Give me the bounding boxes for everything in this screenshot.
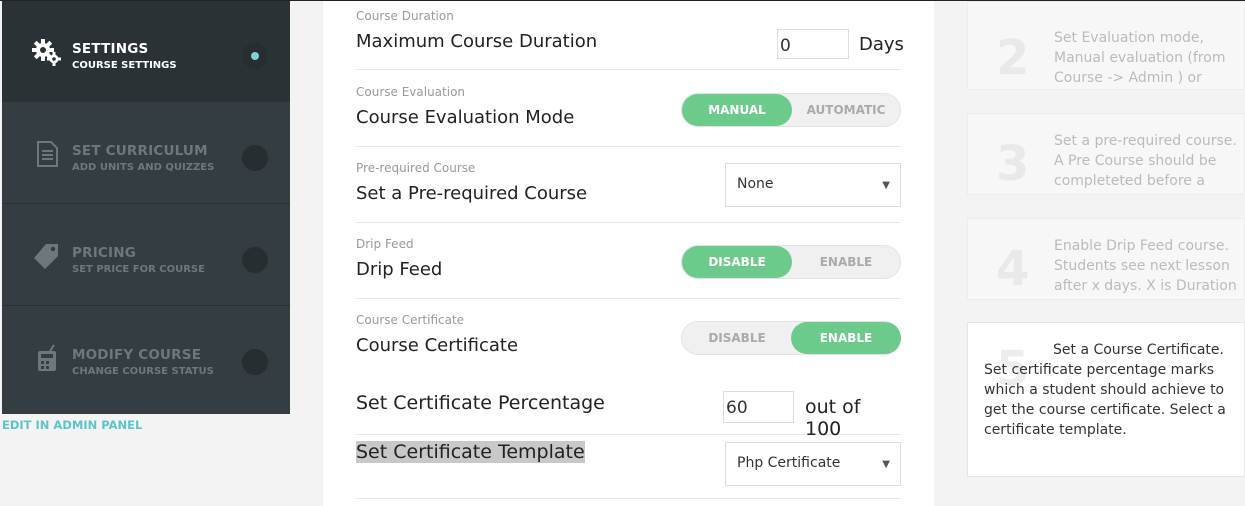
- course-certificate-toggle[interactable]: DISABLE ENABLE: [681, 321, 901, 355]
- help-step-5: 5 Set a Course Certificate. Set certific…: [967, 322, 1245, 477]
- document-icon: [37, 141, 58, 167]
- certificate-percentage-label: Set Certificate Percentage: [356, 392, 605, 414]
- evaluation-automatic-option[interactable]: AUTOMATIC: [791, 94, 901, 126]
- pre-required-course-caption: Pre-required Course: [356, 161, 476, 175]
- step-pricing[interactable]: PRICING SET PRICE FOR COURSE: [2, 205, 290, 306]
- help-step-text: Enable Drip Feed course. Students see ne…: [1054, 238, 1237, 294]
- course-certificate-caption: Course Certificate: [356, 313, 465, 327]
- pre-required-course-label: Set a Pre-required Course: [356, 183, 588, 204]
- step-status-indicator: [242, 145, 268, 171]
- course-duration-input[interactable]: 0: [777, 29, 849, 59]
- certificate-enable-option[interactable]: ENABLE: [791, 322, 901, 354]
- course-evaluation-label: Course Evaluation Mode: [356, 107, 575, 128]
- certificate-template-select[interactable]: Php Certificate ▼: [725, 442, 901, 486]
- course-duration-label: Maximum Course Duration: [356, 31, 598, 52]
- chevron-down-icon: ▼: [882, 459, 890, 470]
- price-tag-icon: [34, 244, 58, 269]
- step-title: MODIFY COURSE: [72, 347, 202, 363]
- course-certificate-label: Course Certificate: [356, 335, 519, 356]
- step-modify-course[interactable]: MODIFY COURSE CHANGE COURSE STATUS: [2, 307, 290, 408]
- step-status-indicator: [242, 247, 268, 273]
- help-step-number: 4: [996, 241, 1030, 297]
- select-value: Php Certificate: [737, 455, 841, 471]
- certificate-template-label: Set Certificate Template: [356, 441, 585, 463]
- step-subtitle: ADD UNITS AND QUIZZES: [72, 162, 215, 173]
- drip-feed-toggle[interactable]: DISABLE ENABLE: [681, 245, 901, 279]
- help-step-3: 3 Set a pre-required course. A Pre Cours…: [967, 113, 1245, 195]
- edit-in-admin-panel-link[interactable]: EDIT IN ADMIN PANEL: [2, 418, 142, 432]
- drip-feed-caption: Drip Feed: [356, 237, 414, 251]
- course-duration-unit: Days: [859, 34, 904, 55]
- help-step-text: Set Evaluation mode, Manual evaluation (…: [1054, 30, 1226, 86]
- step-set-curriculum[interactable]: SET CURRICULUM ADD UNITS AND QUIZZES: [2, 103, 290, 204]
- step-subtitle: COURSE SETTINGS: [72, 60, 177, 71]
- certificate-percentage-input[interactable]: 60: [723, 391, 794, 423]
- course-evaluation-toggle[interactable]: MANUAL AUTOMATIC: [681, 93, 901, 127]
- step-title: SET CURRICULUM: [72, 143, 208, 159]
- certificate-percentage-unit: out of 100: [805, 396, 861, 440]
- help-step-number: 2: [996, 30, 1030, 86]
- chevron-down-icon: ▼: [882, 180, 890, 191]
- pre-required-course-row: Pre-required Course Set a Pre-required C…: [356, 147, 901, 223]
- help-step-text: Set a pre-required course. A Pre Course …: [1054, 133, 1237, 189]
- course-steps-sidebar: SETTINGS COURSE SETTINGS SET CURRICULUM …: [2, 1, 290, 414]
- help-step-4: 4 Enable Drip Feed course. Students see …: [967, 218, 1245, 300]
- course-certificate-row: Course Certificate Course Certificate DI…: [356, 299, 901, 371]
- course-settings-form: Course Duration Maximum Course Duration …: [323, 1, 934, 506]
- step-status-indicator: [242, 43, 268, 69]
- drip-feed-row: Drip Feed Drip Feed DISABLE ENABLE: [356, 223, 901, 299]
- step-settings[interactable]: SETTINGS COURSE SETTINGS: [2, 1, 290, 102]
- course-evaluation-caption: Course Evaluation: [356, 85, 466, 99]
- help-step-number: 3: [996, 136, 1030, 192]
- drip-feed-label: Drip Feed: [356, 259, 443, 280]
- gears-icon: [32, 39, 61, 66]
- certificate-template-row: Set Certificate Template Php Certificate…: [356, 435, 901, 499]
- certificate-percentage-row: Set Certificate Percentage 60 out of 100: [356, 371, 901, 440]
- course-duration-row: Course Duration Maximum Course Duration …: [356, 1, 904, 70]
- course-duration-caption: Course Duration: [356, 9, 454, 23]
- step-subtitle: CHANGE COURSE STATUS: [72, 366, 214, 377]
- drip-enable-option[interactable]: ENABLE: [791, 246, 901, 278]
- help-step-2: 2 Set Evaluation mode, Manual evaluation…: [967, 1, 1245, 90]
- step-status-indicator: [242, 349, 268, 375]
- drip-disable-option[interactable]: DISABLE: [682, 246, 792, 278]
- step-title: PRICING: [72, 245, 137, 261]
- help-step-text: Set a Course Certificate. Set certificat…: [984, 342, 1226, 438]
- certificate-disable-option[interactable]: DISABLE: [682, 322, 792, 354]
- select-value: None: [737, 176, 774, 192]
- pre-required-course-select[interactable]: None ▼: [725, 163, 901, 207]
- step-title: SETTINGS: [72, 41, 149, 57]
- course-evaluation-row: Course Evaluation Course Evaluation Mode…: [356, 71, 901, 147]
- calculator-icon: [38, 344, 56, 371]
- evaluation-manual-option[interactable]: MANUAL: [682, 94, 792, 126]
- step-subtitle: SET PRICE FOR COURSE: [72, 264, 205, 275]
